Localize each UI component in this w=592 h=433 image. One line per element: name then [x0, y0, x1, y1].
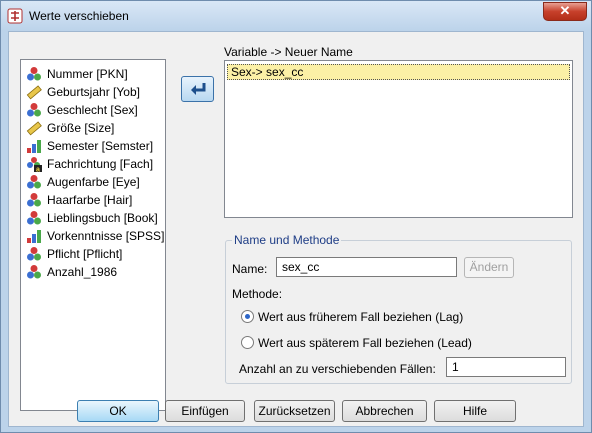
- variable-list-item[interactable]: Nummer [PKN]: [21, 65, 165, 83]
- ordinal-icon: [26, 228, 42, 244]
- variable-label: Vorkenntnisse [SPSS]: [47, 229, 165, 243]
- source-variable-list[interactable]: Nummer [PKN] Geburtsjahr [Yob] Geschlecht …: [20, 59, 166, 411]
- help-button[interactable]: Hilfe: [434, 400, 516, 422]
- variable-label: Nummer [PKN]: [47, 67, 128, 81]
- nominal-icon: [26, 264, 42, 280]
- string-nominal-icon: a: [26, 156, 42, 173]
- scale-icon: [26, 84, 42, 100]
- nominal-icon: [26, 174, 42, 190]
- nominal-icon: [26, 192, 42, 208]
- variable-list-item[interactable]: Haarfarbe [Hair]: [21, 191, 165, 209]
- variable-label: Geburtsjahr [Yob]: [47, 85, 140, 99]
- mapping-entry-selected[interactable]: Sex-> sex_cc: [227, 64, 570, 80]
- lead-option-label[interactable]: Wert aus späterem Fall beziehen (Lead): [258, 336, 472, 350]
- scale-icon: [26, 120, 42, 136]
- variable-label: Pflicht [Pflicht]: [47, 247, 123, 261]
- variable-list-item[interactable]: Anzahl_1986: [21, 263, 165, 281]
- ok-button[interactable]: OK: [77, 400, 159, 422]
- variable-label: Geschlecht [Sex]: [47, 103, 138, 117]
- ordinal-icon: [26, 138, 42, 154]
- name-input[interactable]: sex_cc: [276, 257, 457, 277]
- variable-label: Lieblingsbuch [Book]: [47, 211, 158, 225]
- variable-label: Haarfarbe [Hair]: [47, 193, 133, 207]
- reset-button[interactable]: Zurücksetzen: [254, 400, 335, 422]
- nominal-icon: [26, 246, 42, 262]
- arrow-right-icon: [191, 83, 206, 95]
- variable-list-item[interactable]: Vorkenntnisse [SPSS]: [21, 227, 165, 245]
- variable-label: Semester [Semster]: [47, 139, 154, 153]
- variable-list-item[interactable]: Augenfarbe [Eye]: [21, 173, 165, 191]
- variable-list-item[interactable]: Semester [Semster]: [21, 137, 165, 155]
- shift-count-label: Anzahl an zu verschiebenden Fällen:: [239, 362, 436, 376]
- shift-count-input[interactable]: 1: [446, 357, 566, 377]
- variable-label: Augenfarbe [Eye]: [47, 175, 140, 189]
- paste-button[interactable]: Einfügen: [165, 400, 245, 422]
- variable-list-item[interactable]: Größe [Size]: [21, 119, 165, 137]
- nominal-icon: [26, 66, 42, 82]
- method-label: Methode:: [232, 287, 283, 301]
- group-title: Name und Methode: [232, 233, 342, 247]
- variable-label: Anzahl_1986: [47, 265, 118, 279]
- dialog-body: Nummer [PKN] Geburtsjahr [Yob] Geschlecht …: [8, 31, 584, 427]
- variable-label: Größe [Size]: [47, 121, 115, 135]
- variable-label: Fachrichtung [Fach]: [47, 157, 154, 171]
- dialog-window: Werte verschieben ✕ Nummer [PKN] Geburtsj…: [0, 0, 592, 433]
- variable-list-item[interactable]: Pflicht [Pflicht]: [21, 245, 165, 263]
- mapping-list-label: Variable -> Neuer Name: [224, 45, 353, 59]
- mapping-list[interactable]: Sex-> sex_cc: [224, 60, 573, 218]
- radio-lead[interactable]: [241, 336, 254, 349]
- lag-option-label[interactable]: Wert aus früherem Fall beziehen (Lag): [258, 310, 463, 324]
- nominal-icon: [26, 210, 42, 226]
- close-button[interactable]: ✕: [543, 2, 587, 21]
- variable-list-item[interactable]: a Fachrichtung [Fach]: [21, 155, 165, 173]
- variable-list-item[interactable]: Lieblingsbuch [Book]: [21, 209, 165, 227]
- nominal-icon: [26, 102, 42, 118]
- svg-text:a: a: [36, 166, 40, 172]
- variable-list-item[interactable]: Geschlecht [Sex]: [21, 101, 165, 119]
- spss-app-icon: [7, 8, 23, 24]
- window-title: Werte verschieben: [29, 9, 129, 23]
- close-icon: ✕: [559, 3, 571, 18]
- cancel-button[interactable]: Abbrechen: [342, 400, 427, 422]
- change-button[interactable]: Ändern: [464, 257, 514, 278]
- move-variable-button[interactable]: [181, 76, 214, 102]
- variable-list-item[interactable]: Geburtsjahr [Yob]: [21, 83, 165, 101]
- name-label: Name:: [232, 262, 268, 276]
- radio-lag[interactable]: [241, 310, 254, 323]
- title-bar[interactable]: Werte verschieben ✕: [1, 1, 591, 31]
